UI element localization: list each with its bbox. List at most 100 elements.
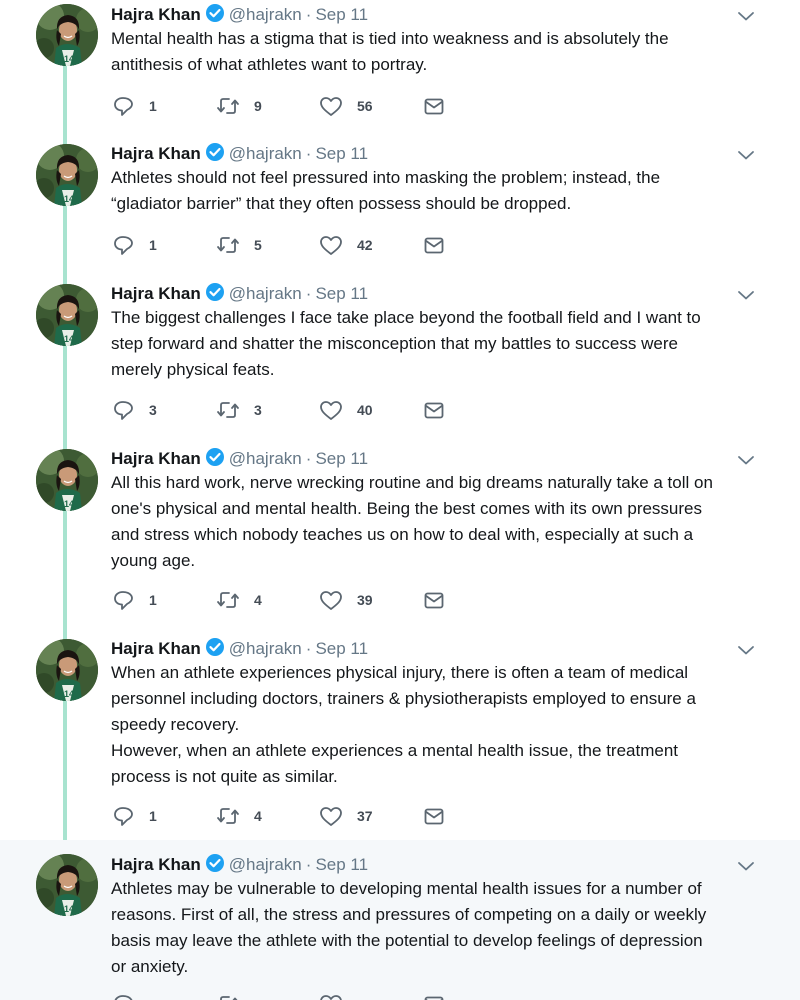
heart-icon — [319, 234, 343, 256]
author-handle[interactable]: @hajrakn — [229, 449, 302, 468]
tweet-text-line: reasons. First of all, the stress and pr… — [111, 905, 707, 924]
chevron-down-icon[interactable] — [737, 859, 755, 871]
tweet-date[interactable]: Sep 11 — [315, 284, 368, 303]
avatar[interactable]: 14 — [36, 284, 98, 346]
retweets-count: 3 — [254, 402, 262, 418]
meta-separator: · — [305, 855, 312, 874]
tweet-actions: 3 3 40 — [113, 398, 473, 422]
tweet-actions: 1 4 39 — [113, 588, 473, 612]
direct-message-button[interactable] — [423, 992, 445, 1000]
tweet-text-line: one's physical and mental health. Being … — [111, 499, 703, 518]
retweet-button[interactable]: 4 — [216, 588, 262, 612]
like-button[interactable]: 40 — [319, 398, 373, 422]
tweet[interactable]: 14 Hajra Khan @hajrakn · Sep 11 The biggest … — [0, 280, 800, 445]
svg-text:14: 14 — [64, 499, 74, 509]
tweet[interactable]: 14 Hajra Khan @hajrakn · Sep 11 Athletes sho… — [0, 140, 800, 280]
tweet-text-line: step forward and shatter the misconcepti… — [111, 334, 678, 353]
reply-button[interactable]: 3 — [113, 398, 157, 422]
direct-message-button[interactable] — [423, 94, 445, 118]
tweet[interactable]: 14 Hajra Khan @hajrakn · Sep 11 Mental healt… — [0, 0, 800, 140]
chevron-down-icon[interactable] — [737, 453, 755, 465]
author-handle[interactable]: @hajrakn — [229, 144, 302, 163]
direct-message-button[interactable] — [423, 804, 445, 828]
reply-button[interactable]: 1 — [113, 94, 157, 118]
direct-message-button[interactable] — [423, 588, 445, 612]
tweet-text: All this hard work, nerve wrecking routi… — [111, 470, 771, 574]
tweet-header: Hajra Khan @hajrakn · Sep 11 — [111, 853, 368, 878]
like-button[interactable]: 39 — [319, 588, 373, 612]
avatar[interactable]: 14 — [36, 144, 98, 206]
envelope-icon — [423, 589, 445, 611]
author-handle[interactable]: @hajrakn — [229, 284, 302, 303]
tweet-text-line: and stress which nobody teaches us on ho… — [111, 525, 694, 544]
retweet-button[interactable]: 9 — [216, 94, 262, 118]
reply-button[interactable]: 1 — [113, 233, 157, 257]
chevron-down-icon[interactable] — [737, 9, 755, 21]
retweet-icon — [216, 399, 240, 421]
tweet-date[interactable]: Sep 11 — [315, 639, 368, 658]
reply-icon — [113, 589, 135, 611]
tweet-date[interactable]: Sep 11 — [315, 855, 368, 874]
reply-icon — [113, 805, 135, 827]
author-handle[interactable]: @hajrakn — [229, 855, 302, 874]
tweet[interactable]: 14 Hajra Khan @hajrakn · Sep 11 Athletes may… — [0, 840, 800, 1000]
likes-count: 40 — [357, 402, 373, 418]
retweet-button[interactable]: 4 — [216, 804, 262, 828]
direct-message-button[interactable] — [423, 233, 445, 257]
chevron-down-icon[interactable] — [737, 288, 755, 300]
reply-button[interactable] — [113, 992, 135, 1000]
tweet-text-line: All this hard work, nerve wrecking routi… — [111, 473, 713, 492]
author-name[interactable]: Hajra Khan — [111, 855, 201, 874]
replies-count: 1 — [149, 237, 157, 253]
avatar[interactable]: 14 — [36, 639, 98, 701]
like-button[interactable]: 42 — [319, 233, 373, 257]
verified-badge-icon — [205, 447, 225, 472]
author-name[interactable]: Hajra Khan — [111, 284, 201, 303]
tweet-text-line: or anxiety. — [111, 957, 189, 976]
direct-message-button[interactable] — [423, 398, 445, 422]
retweets-count: 4 — [254, 592, 262, 608]
avatar[interactable]: 14 — [36, 854, 98, 916]
avatar[interactable]: 14 — [36, 4, 98, 66]
reply-button[interactable]: 1 — [113, 588, 157, 612]
chevron-down-icon[interactable] — [737, 643, 755, 655]
likes-count: 42 — [357, 237, 373, 253]
author-handle[interactable]: @hajrakn — [229, 5, 302, 24]
tweet[interactable]: 14 Hajra Khan @hajrakn · Sep 11 When an athl… — [0, 635, 800, 840]
verified-badge-icon — [205, 3, 225, 28]
author-handle[interactable]: @hajrakn — [229, 639, 302, 658]
tweet-text-line: merely physical feats. — [111, 360, 275, 379]
retweet-icon — [216, 234, 240, 256]
avatar[interactable]: 14 — [36, 449, 98, 511]
retweet-button[interactable] — [216, 992, 240, 1000]
tweet-date[interactable]: Sep 11 — [315, 449, 368, 468]
author-name[interactable]: Hajra Khan — [111, 144, 201, 163]
chevron-down-icon[interactable] — [737, 148, 755, 160]
tweet-text-line: However, when an athlete experiences a m… — [111, 741, 679, 760]
retweet-button[interactable]: 5 — [216, 233, 262, 257]
tweet-text-line: speedy recovery. — [111, 715, 240, 734]
reply-button[interactable]: 1 — [113, 804, 157, 828]
author-name[interactable]: Hajra Khan — [111, 639, 201, 658]
verified-badge-icon — [205, 637, 225, 662]
retweet-button[interactable]: 3 — [216, 398, 262, 422]
tweet-text-line: young age. — [111, 551, 196, 570]
reply-icon — [113, 95, 135, 117]
verified-badge-icon — [205, 282, 225, 307]
tweet-date[interactable]: Sep 11 — [315, 144, 368, 163]
like-button[interactable]: 56 — [319, 94, 373, 118]
retweets-count: 5 — [254, 237, 262, 253]
envelope-icon — [423, 805, 445, 827]
tweet[interactable]: 14 Hajra Khan @hajrakn · Sep 11 All this har… — [0, 445, 800, 635]
author-name[interactable]: Hajra Khan — [111, 449, 201, 468]
heart-icon — [319, 399, 343, 421]
tweet-header: Hajra Khan @hajrakn · Sep 11 — [111, 142, 368, 167]
heart-icon — [319, 805, 343, 827]
tweet-actions: 1 4 37 — [113, 804, 473, 828]
replies-count: 3 — [149, 402, 157, 418]
svg-text:14: 14 — [64, 689, 74, 699]
like-button[interactable]: 37 — [319, 804, 373, 828]
tweet-date[interactable]: Sep 11 — [315, 5, 368, 24]
author-name[interactable]: Hajra Khan — [111, 5, 201, 24]
like-button[interactable] — [319, 992, 343, 1000]
